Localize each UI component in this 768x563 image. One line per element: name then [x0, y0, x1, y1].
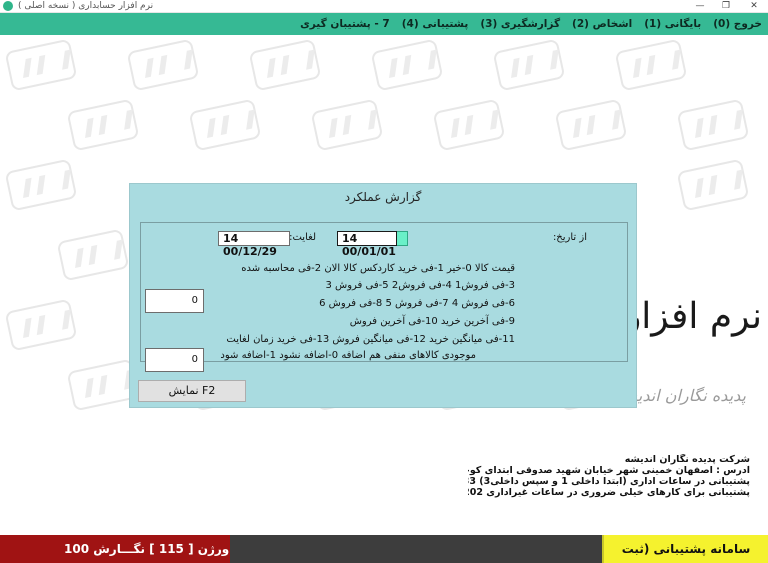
watermark-logo-icon: [4, 158, 78, 212]
app-icon: [3, 1, 13, 11]
to-date-input[interactable]: 14 00/12/29: [218, 231, 290, 258]
company-name-text: شرکت پدیده نگاران اندیشه: [624, 454, 750, 465]
status-footer: ورژن [ 115 ] نگـــارش 100 سامانه پشتیبان…: [0, 535, 768, 563]
address-text: آدرس : اصفهان خمینی شهر خیابان شهید صدوق…: [468, 465, 750, 476]
watermark-logo-icon: [554, 98, 628, 152]
version-text: ورژن [ 115 ] نگـــارش 100: [64, 542, 230, 556]
close-button[interactable]: ✕: [744, 0, 764, 13]
urgent-support-text: پشتیبانی برای کارهای خیلی ضروری در ساعات…: [468, 487, 750, 498]
price-type-line-5: 11-فی میانگین خرید 12-فی میانگین فروش 13…: [226, 334, 515, 345]
watermark-logo-icon: [492, 38, 566, 92]
watermark-logo-icon: [676, 98, 750, 152]
from-date-input[interactable]: 14 00/01/01: [337, 231, 397, 258]
from-date-label: از تاریخ:: [552, 232, 587, 243]
company-address-block: شرکت پدیده نگاران اندیشه آدرس : اصفهان خ…: [468, 454, 750, 498]
footer-spacer: [230, 535, 602, 563]
title-bar: نرم افزار حسابداری ( نسخه اصلی ) — ❐ ✕: [0, 0, 768, 13]
support-ticket-button[interactable]: سامانه پشتیبانی (ثبت تیکت): [610, 535, 762, 563]
to-date-label: لغایت:: [289, 232, 316, 243]
watermark-logo-icon: [676, 158, 750, 212]
negative-stock-label: موجودی کالاهای منفی هم اضافه 0-اضافه نشو…: [220, 350, 476, 361]
maximize-button[interactable]: ❐: [716, 0, 736, 13]
price-type-line-1: قیمت کالا 0-خیر 1-فی خرید کاردکس کالا ال…: [241, 263, 515, 274]
watermark-logo-icon: [126, 38, 200, 92]
menu-item-reports[interactable]: گزارشگیری (3): [474, 13, 566, 35]
brand-logo-text: نرم افزار: [623, 296, 762, 337]
watermark-logo-icon: [4, 298, 78, 352]
watermark-logo-icon: [56, 228, 130, 282]
watermark-logo-icon: [188, 98, 262, 152]
watermark-logo-icon: [614, 38, 688, 92]
minimize-button[interactable]: —: [690, 0, 710, 13]
watermark-logo-icon: [248, 38, 322, 92]
menu-item-persons[interactable]: اشخاص (2): [566, 13, 638, 35]
menu-item-backup[interactable]: 7 - پشتیبان گیری: [294, 13, 396, 35]
price-type-input[interactable]: 0: [145, 289, 204, 313]
price-type-line-4: 9-فی آخرین خرید 10-فی آخرین فروش: [349, 316, 515, 327]
watermark-logo-icon: [66, 98, 140, 152]
price-type-line-2: 3-فی فروش1 4-فی فروش2 5-فی فروش 3: [325, 280, 515, 291]
window-title: نرم افزار حسابداری ( نسخه اصلی ): [18, 1, 154, 11]
date-caret-indicator: [396, 231, 408, 246]
watermark-logo-icon: [4, 38, 78, 92]
dialog-title: گزارش عملکرد: [344, 190, 422, 204]
watermark-logo-icon: [432, 98, 506, 152]
report-options-panel: از تاریخ: 14 00/01/01 لغایت: 14 00/12/29…: [140, 222, 628, 362]
menu-item-support[interactable]: پشتیبانی (4): [396, 13, 475, 35]
menu-item-archive[interactable]: بایگانی (1): [638, 13, 707, 35]
price-type-line-3: 6-فی فروش 4 7-فی فروش 5 8-فی فروش 6: [319, 298, 515, 309]
performance-report-dialog: گزارش عملکرد از تاریخ: 14 00/01/01 لغایت…: [129, 183, 637, 408]
watermark-logo-icon: [370, 38, 444, 92]
office-support-text: پشتیبانی در ساعات اداری (ابتدا داخلی 1 و…: [468, 476, 750, 487]
negative-stock-input[interactable]: 0: [145, 348, 204, 372]
menu-item-exit[interactable]: خروج (0): [707, 13, 768, 35]
menu-bar: خروج (0) بایگانی (1) اشخاص (2) گزارشگیری…: [0, 13, 768, 35]
show-report-button[interactable]: نمایش F2: [138, 380, 246, 402]
watermark-logo-icon: [310, 98, 384, 152]
